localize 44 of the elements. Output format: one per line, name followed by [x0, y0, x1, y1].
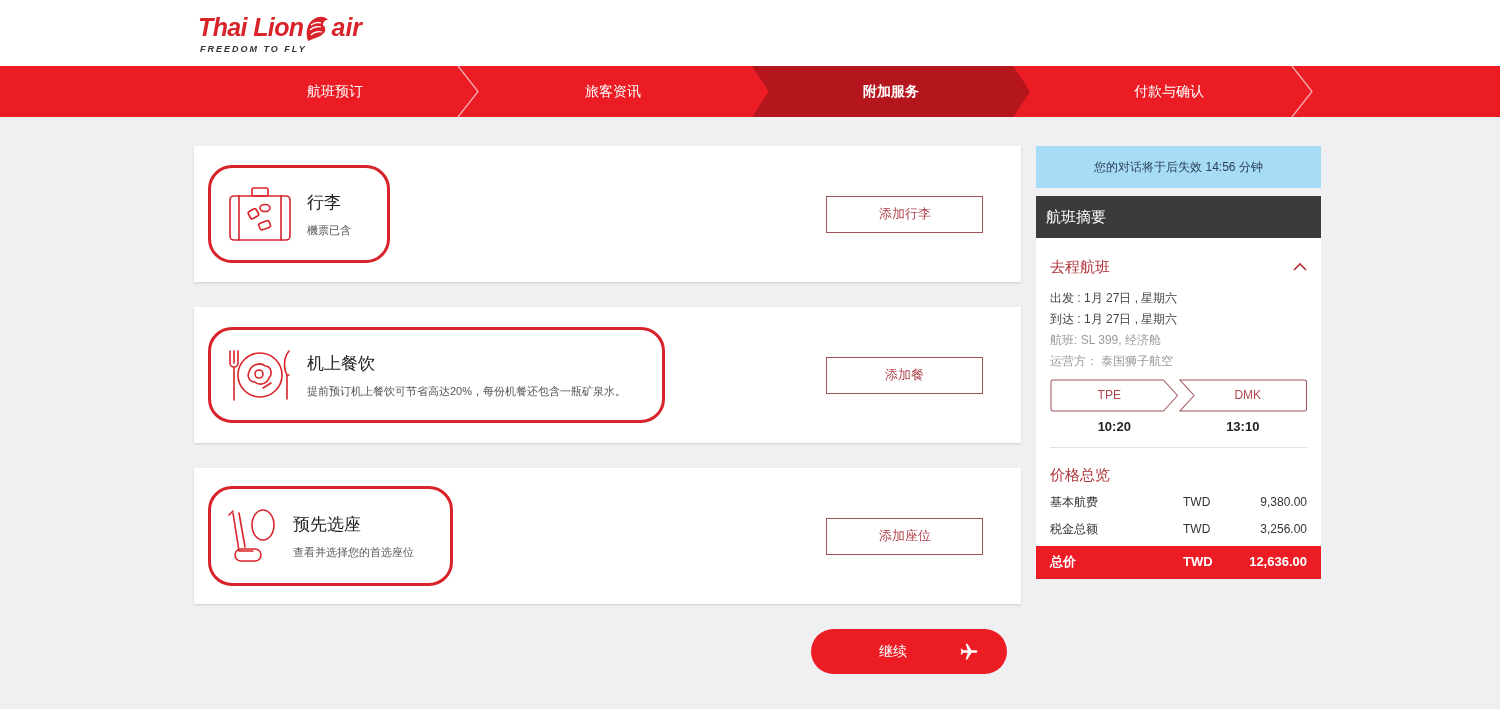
summary-header: 航班摘要: [1036, 196, 1321, 238]
price-amount: 3,256.00: [1259, 520, 1307, 538]
session-notice: 您的对话将于后失效 14:56 分钟: [1036, 146, 1321, 188]
step-separator-icon: [1290, 66, 1316, 117]
price-heading: 价格总览: [1050, 465, 1111, 485]
service-title: 行李: [307, 192, 342, 214]
collapse-chevron-icon[interactable]: [1293, 262, 1307, 273]
price-label: 基本航费: [1050, 493, 1099, 511]
add-service-button[interactable]: 添加行李: [826, 195, 983, 233]
price-label: 税金总额: [1050, 520, 1099, 538]
logo-wordmark-suffix: air: [331, 15, 363, 40]
progress-step[interactable]: 旅客资讯: [474, 66, 752, 117]
flight-detail: 出发 : 1月 27日 , 星期六: [1050, 289, 1179, 307]
suitcase-icon: [227, 186, 293, 242]
progress-step[interactable]: 附加服务: [752, 66, 1030, 117]
service-description: 提前预订机上餐饮可节省高达20%，每份机餐还包含一瓶矿泉水。: [307, 383, 627, 399]
step-separator-icon: [456, 66, 482, 117]
total-currency: TWD: [1183, 552, 1214, 571]
price-amount: 9,380.00: [1259, 493, 1307, 511]
flight-detail: 到达 : 1月 27日 , 星期六: [1050, 310, 1179, 328]
meal-plate-icon: [227, 348, 293, 402]
price-currency: TWD: [1183, 493, 1212, 511]
service-title: 预先选座: [293, 514, 362, 536]
progress-step[interactable]: 航班预订: [196, 66, 474, 117]
flight-heading: 去程航班: [1050, 257, 1110, 277]
price-currency: TWD: [1183, 520, 1212, 538]
flight-detail: 运营方： 泰国狮子航空: [1050, 352, 1175, 370]
departure-time: 10:20: [1097, 417, 1131, 436]
add-service-button[interactable]: 添加餐: [826, 356, 983, 394]
origin-airport: TPE: [1050, 378, 1179, 412]
flight-detail: 航班: SL 399, 经济舱: [1050, 331, 1162, 349]
logo-tagline: FREEDOM TO FLY: [199, 44, 308, 54]
service-description: 查看并选择您的首选座位: [293, 544, 414, 560]
total-label: 总价: [1050, 552, 1077, 571]
arrival-time: 13:10: [1226, 417, 1260, 436]
progress-step[interactable]: 付款与确认: [1030, 66, 1308, 117]
total-amount: 12,636.00: [1248, 552, 1307, 571]
destination-airport: DMK: [1178, 378, 1307, 412]
continue-button[interactable]: 继续: [811, 629, 1007, 674]
logo-wordmark: Thai Lion: [198, 15, 304, 40]
service-description: 機票已含: [307, 222, 351, 238]
service-title: 机上餐饮: [307, 353, 376, 375]
airplane-icon: [959, 641, 979, 662]
add-service-button[interactable]: 添加座位: [826, 517, 983, 555]
